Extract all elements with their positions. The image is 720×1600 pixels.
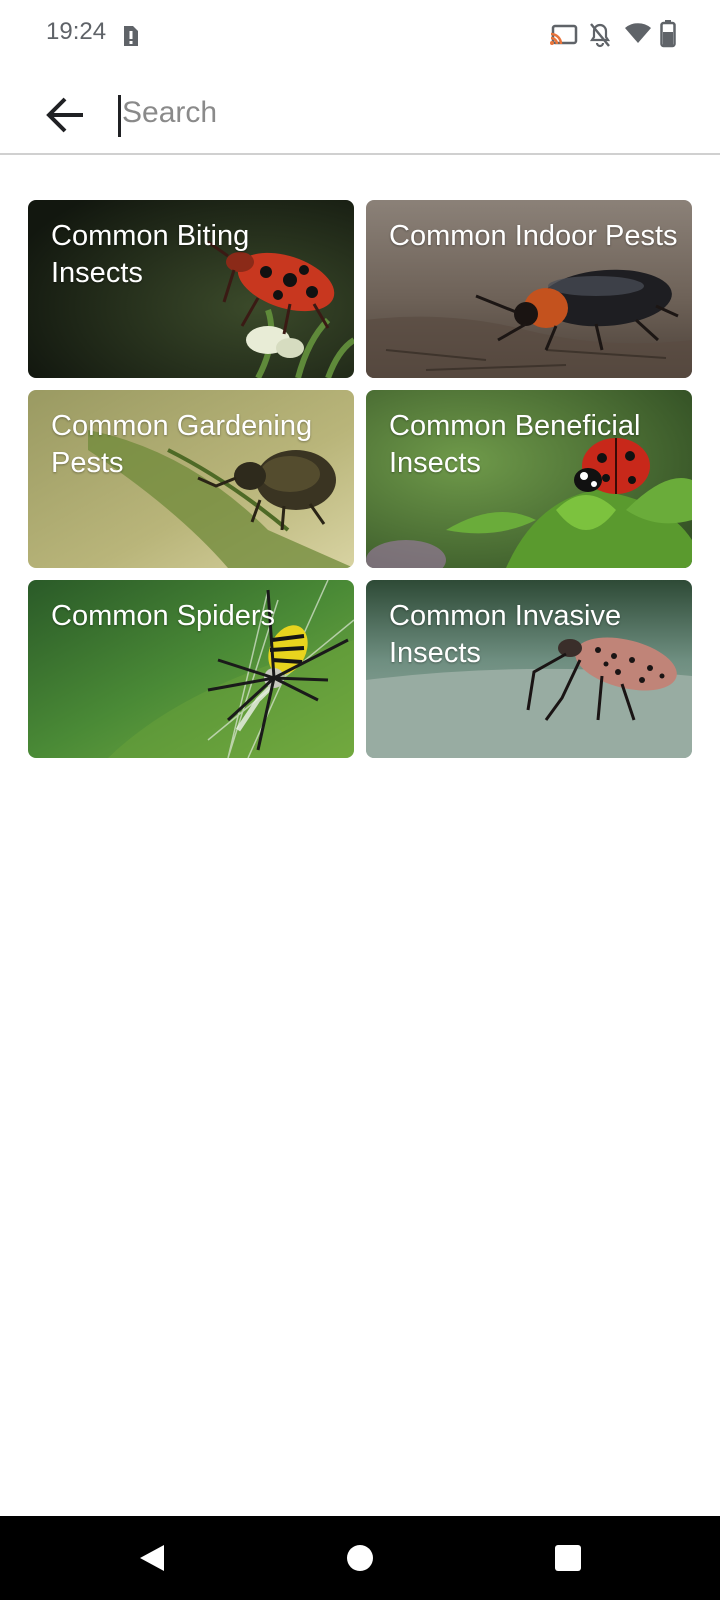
system-nav-bar — [0, 1516, 720, 1600]
category-title: Common Indoor Pests — [389, 220, 678, 252]
recents-square-icon — [555, 1545, 581, 1571]
battery-icon — [660, 20, 676, 53]
category-card-gardening-pests[interactable]: Common Gardening Pests — [28, 390, 354, 568]
nav-back-button[interactable] — [122, 1533, 182, 1583]
cast-icon — [550, 24, 578, 51]
wifi-icon — [624, 22, 652, 49]
category-card-invasive-insects[interactable]: Common Invasive Insects — [366, 580, 692, 758]
status-time: 19:24 — [46, 18, 107, 45]
category-grid: Common Biting Insects Common Indoor Pest… — [28, 200, 692, 758]
category-card-biting-insects[interactable]: Common Biting Insects — [28, 200, 354, 378]
search-input[interactable] — [118, 88, 678, 138]
category-card-indoor-pests[interactable]: Common Indoor Pests — [366, 200, 692, 378]
sim-alert-icon — [120, 24, 140, 53]
category-title: Common Beneficial Insects — [389, 410, 641, 479]
category-card-beneficial-insects[interactable]: Common Beneficial Insects — [366, 390, 692, 568]
category-title: Common Biting Insects — [51, 220, 250, 289]
search-header — [0, 70, 720, 155]
home-circle-icon — [347, 1545, 373, 1571]
status-bar: 19:24 — [0, 0, 720, 70]
category-card-spiders[interactable]: Common Spiders — [28, 580, 354, 758]
search-field[interactable] — [118, 88, 678, 138]
category-title: Common Spiders — [51, 600, 276, 632]
text-cursor — [118, 95, 121, 137]
nav-home-button[interactable] — [330, 1533, 390, 1583]
category-title: Common Gardening Pests — [51, 410, 313, 479]
nav-recents-button[interactable] — [538, 1533, 598, 1583]
arrow-left-icon — [46, 97, 83, 133]
category-title: Common Invasive Insects — [389, 600, 622, 669]
back-button[interactable] — [38, 88, 92, 142]
bell-off-icon — [588, 22, 612, 53]
back-triangle-icon — [140, 1545, 164, 1571]
